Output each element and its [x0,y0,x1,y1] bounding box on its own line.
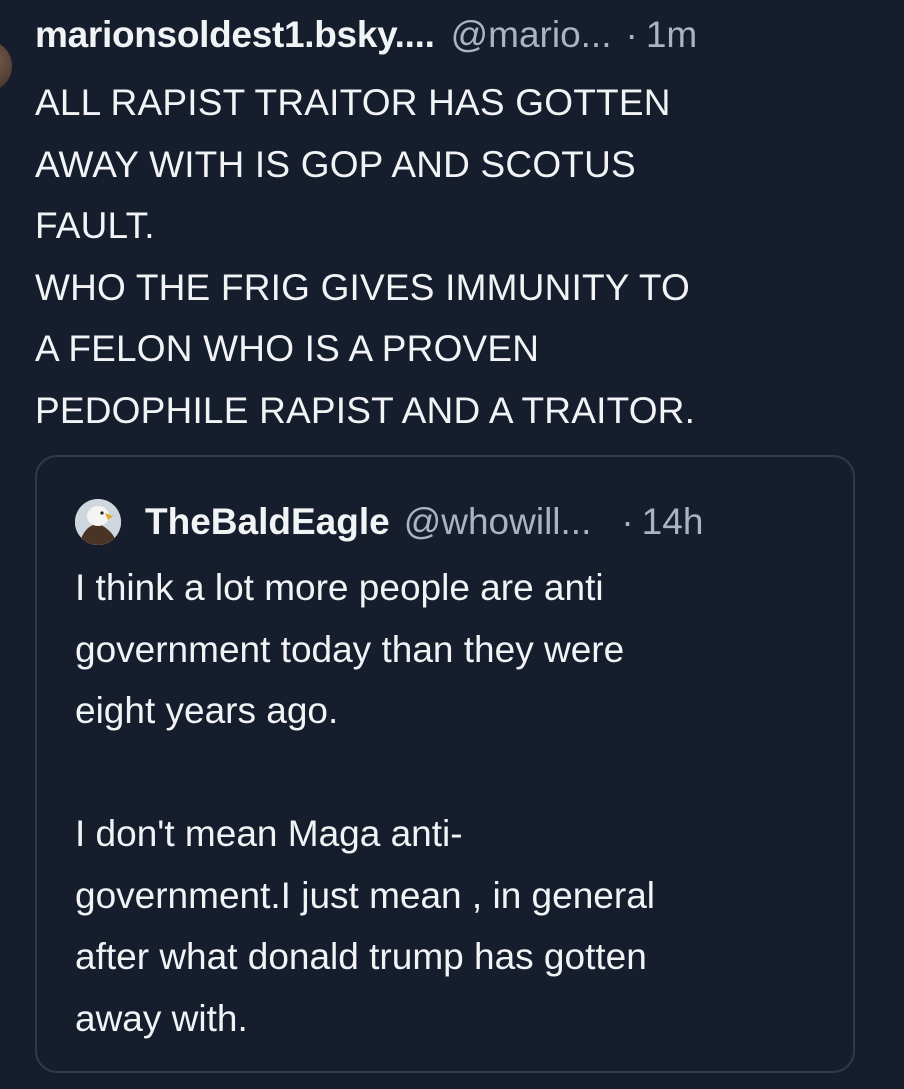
separator-dot: · [625,14,638,55]
quoted-post-timestamp[interactable]: 14h [642,501,704,543]
quoted-author-handle[interactable]: @whowill... [404,501,592,543]
quoted-post-card[interactable]: TheBaldEagle @whowill... · 14h I think a… [35,455,855,1073]
bald-eagle-avatar-icon[interactable] [75,499,121,545]
author-name[interactable]: marionsoldest1.bsky.... [35,8,435,62]
post-header: marionsoldest1.bsky.... @mario... · 1m [35,8,875,62]
post[interactable]: marionsoldest1.bsky.... @mario... · 1m A… [35,8,875,441]
quoted-post-header: TheBaldEagle @whowill... · 14h [75,499,703,545]
quoted-separator-dot: · [621,501,634,542]
author-handle[interactable]: @mario... [451,8,612,62]
post-text: ALL RAPIST TRAITOR HAS GOTTEN AWAY WITH … [35,82,696,431]
quoted-author-name[interactable]: TheBaldEagle [145,501,390,543]
author-avatar[interactable] [0,40,12,92]
post-timestamp[interactable]: 1m [646,8,697,62]
quoted-post-text: I think a lot more people are anti gover… [75,567,655,1039]
